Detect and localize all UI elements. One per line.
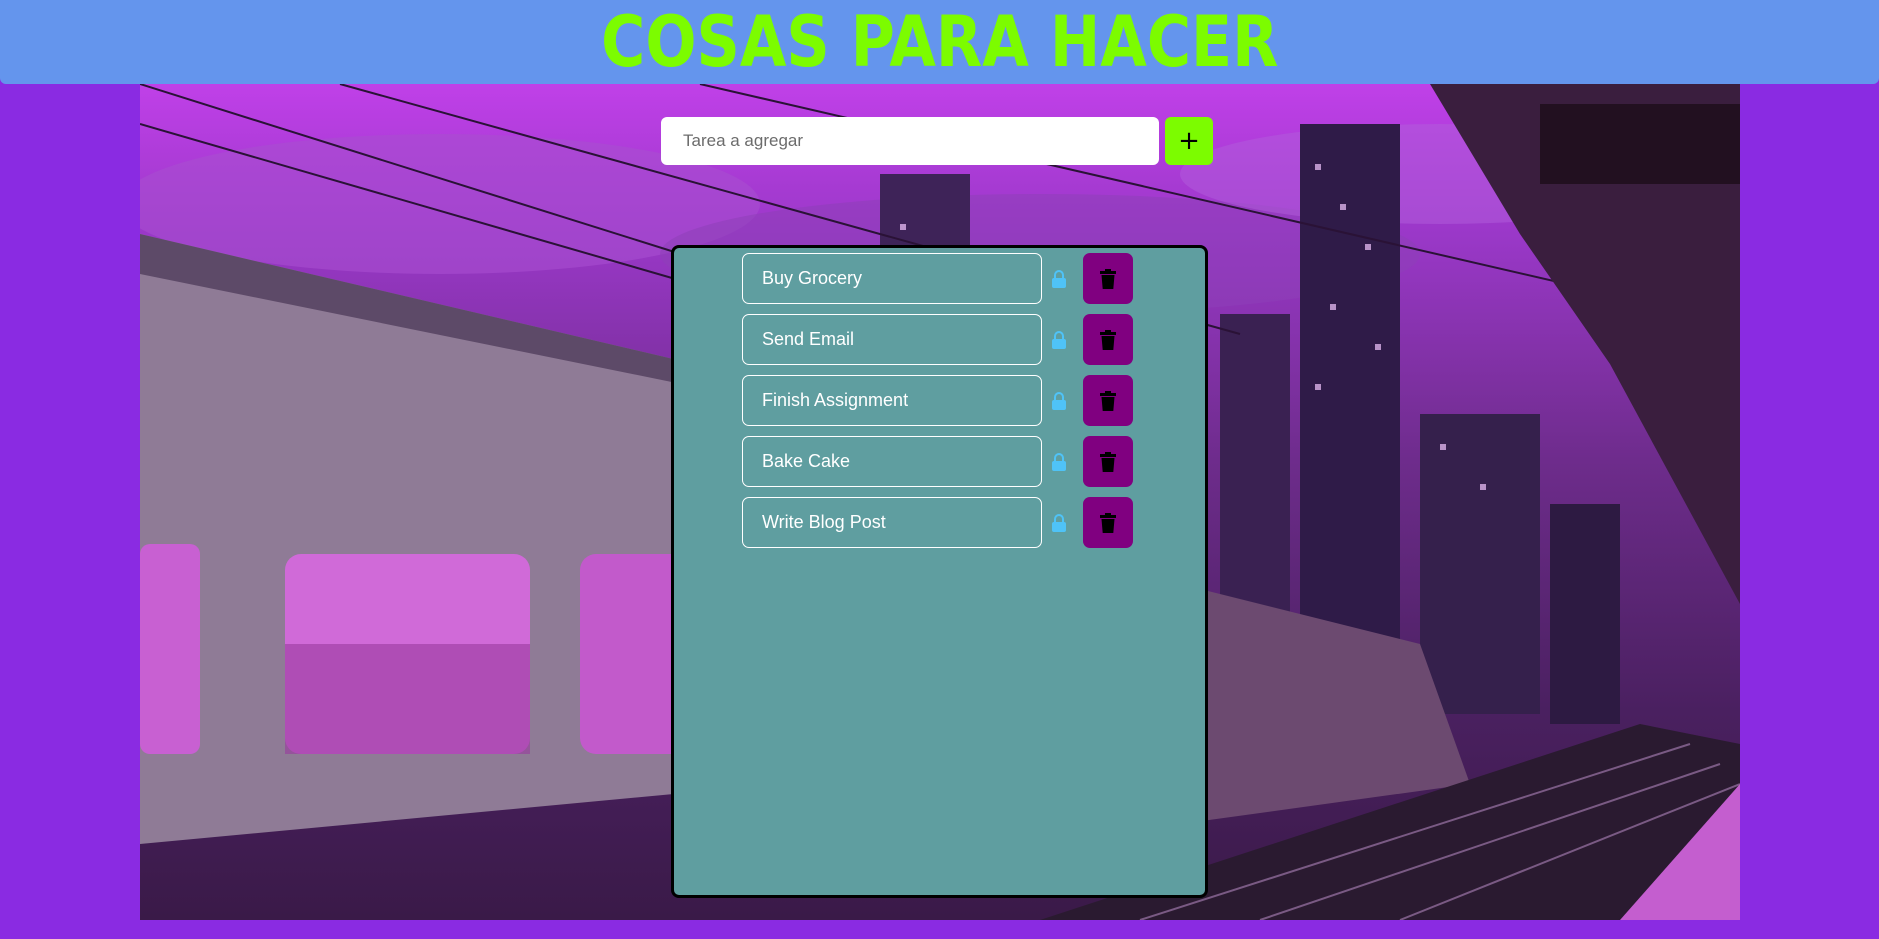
list-item: Bake Cake bbox=[742, 436, 1133, 487]
list-item: Buy Grocery bbox=[742, 253, 1133, 304]
todo-text[interactable]: Buy Grocery bbox=[742, 253, 1042, 304]
add-task-button[interactable]: + bbox=[1165, 117, 1213, 165]
trash-icon bbox=[1100, 390, 1116, 411]
task-input[interactable] bbox=[661, 117, 1159, 165]
trash-icon bbox=[1100, 268, 1116, 289]
add-task-form: + bbox=[661, 117, 1213, 165]
page-title: COSAS PARA HACER bbox=[600, 1, 1279, 83]
todo-text[interactable]: Finish Assignment bbox=[742, 375, 1042, 426]
delete-button[interactable] bbox=[1083, 497, 1133, 548]
list-item: Finish Assignment bbox=[742, 375, 1133, 426]
todo-panel: Buy Grocery Send Email Finish Assignment… bbox=[671, 245, 1208, 898]
todo-text[interactable]: Bake Cake bbox=[742, 436, 1042, 487]
delete-button[interactable] bbox=[1083, 314, 1133, 365]
todo-text[interactable]: Send Email bbox=[742, 314, 1042, 365]
lock-icon[interactable] bbox=[1051, 452, 1067, 472]
header-bar: COSAS PARA HACER bbox=[0, 0, 1879, 84]
list-item: Write Blog Post bbox=[742, 497, 1133, 548]
lock-icon[interactable] bbox=[1051, 330, 1067, 350]
todo-list: Buy Grocery Send Email Finish Assignment… bbox=[742, 253, 1133, 558]
delete-button[interactable] bbox=[1083, 253, 1133, 304]
list-item: Send Email bbox=[742, 314, 1133, 365]
lock-icon[interactable] bbox=[1051, 269, 1067, 289]
lock-icon[interactable] bbox=[1051, 513, 1067, 533]
trash-icon bbox=[1100, 451, 1116, 472]
lock-icon[interactable] bbox=[1051, 391, 1067, 411]
delete-button[interactable] bbox=[1083, 375, 1133, 426]
todo-text[interactable]: Write Blog Post bbox=[742, 497, 1042, 548]
trash-icon bbox=[1100, 512, 1116, 533]
delete-button[interactable] bbox=[1083, 436, 1133, 487]
trash-icon bbox=[1100, 329, 1116, 350]
